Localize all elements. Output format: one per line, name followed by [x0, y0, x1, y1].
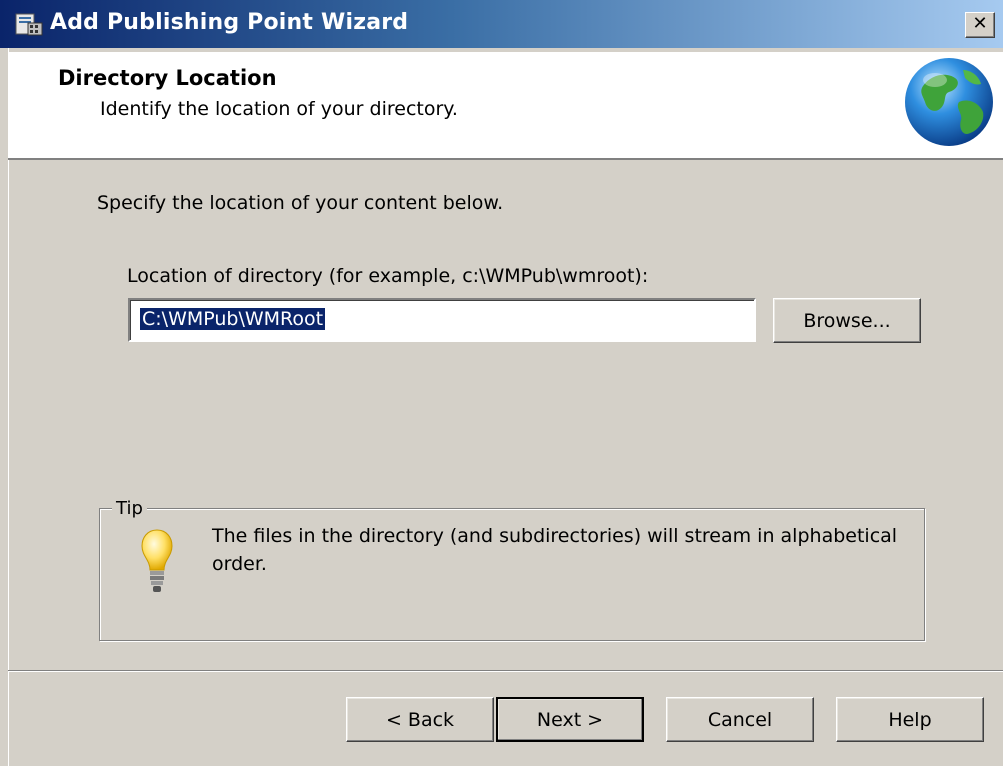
globe-icon [905, 58, 993, 146]
next-button-label: Next > [536, 708, 604, 731]
close-icon: ✕ [972, 13, 988, 34]
directory-location-input[interactable]: C:\WMPub\WMRoot [128, 298, 756, 342]
browse-button[interactable]: Browse... [773, 298, 921, 343]
cancel-button[interactable]: Cancel [666, 697, 814, 742]
help-button-label: Help [888, 708, 932, 731]
footer-separator [8, 670, 1003, 672]
location-label: Location of directory (for example, c:\W… [127, 265, 649, 287]
browse-button-label: Browse... [803, 309, 891, 332]
lightbulb-icon [141, 529, 173, 592]
close-button[interactable]: ✕ [965, 12, 995, 38]
help-button[interactable]: Help [836, 697, 984, 742]
wizard-dialog: Add Publishing Point Wizard ✕ Directory … [0, 0, 1003, 766]
cancel-button-label: Cancel [707, 708, 773, 731]
directory-location-value: C:\WMPub\WMRoot [138, 307, 327, 331]
title-bar[interactable]: Add Publishing Point Wizard ✕ [0, 0, 1003, 48]
instruction-text: Specify the location of your content bel… [97, 192, 504, 214]
tip-legend: Tip [112, 498, 147, 519]
back-button[interactable]: < Back [346, 697, 494, 742]
window-title: Add Publishing Point Wizard [50, 10, 409, 35]
next-button[interactable]: Next > [496, 697, 644, 742]
wizard-app-icon [15, 13, 43, 36]
wizard-header: Directory Location Identify the location… [8, 52, 1003, 160]
back-button-label: < Back [385, 708, 455, 731]
page-subtitle: Identify the location of your directory. [100, 98, 458, 120]
tip-text: The files in the directory (and subdirec… [212, 525, 898, 575]
page-title: Directory Location [58, 66, 277, 90]
